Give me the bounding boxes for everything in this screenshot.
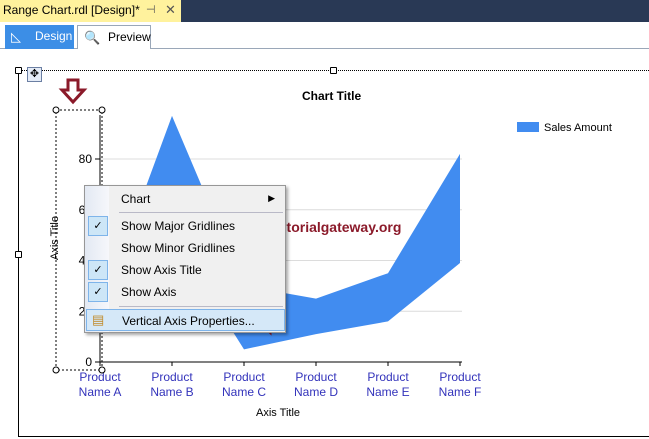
check-icon: ✓ (88, 216, 108, 236)
x-tick-label: Name E (366, 385, 409, 399)
menu-item-vertical-axis-properties[interactable]: ▤ Vertical Axis Properties... (86, 309, 285, 331)
chart-title[interactable]: Chart Title (302, 89, 361, 103)
menu-item-show-major-gridlines[interactable]: ✓ Show Major Gridlines (86, 215, 285, 237)
menu-label: Show Minor Gridlines (121, 241, 236, 255)
check-icon: ✓ (88, 260, 108, 280)
axis-properties-icon: ▤ (92, 312, 105, 327)
down-arrow-annotation-icon (58, 78, 88, 105)
x-tick-label: Product (439, 370, 481, 384)
x-tick-label: Product (367, 370, 409, 384)
x-tick-label: Name C (222, 385, 266, 399)
menu-item-show-minor-gridlines[interactable]: Show Minor Gridlines (86, 237, 285, 259)
menu-item-chart[interactable]: Chart ▶ (86, 188, 285, 210)
selection-handle (52, 106, 60, 114)
legend-swatch (517, 122, 539, 132)
menu-label: Show Axis Title (121, 263, 202, 277)
selection-handle (98, 366, 106, 374)
selection-handle (98, 106, 106, 114)
menu-label: Show Major Gridlines (121, 219, 236, 233)
menu-item-show-axis[interactable]: ✓ Show Axis (86, 281, 285, 303)
x-tick-label: Name F (439, 385, 482, 399)
x-tick-label: Product (295, 370, 337, 384)
menu-separator (119, 212, 283, 213)
y-tick-label: 0 (85, 355, 92, 369)
menu-item-show-axis-title[interactable]: ✓ Show Axis Title (86, 259, 285, 281)
x-tick-label: Product (223, 370, 265, 384)
x-tick-label: Name D (294, 385, 338, 399)
selection-handle (52, 366, 60, 374)
legend[interactable]: Sales Amount (517, 122, 612, 134)
x-axis-title[interactable]: Axis Title (256, 407, 300, 419)
y-axis-title[interactable]: Axis Title (49, 203, 61, 273)
menu-separator (119, 306, 283, 307)
y-tick-label: 80 (79, 152, 93, 166)
menu-label: Show Axis (121, 285, 177, 299)
submenu-arrow-icon: ▶ (268, 193, 275, 203)
x-tick-label: Product (151, 370, 193, 384)
legend-label: Sales Amount (544, 122, 612, 134)
menu-label: Chart (121, 192, 151, 206)
x-tick-label: Name B (150, 385, 193, 399)
context-menu: Chart ▶ ✓ Show Major Gridlines Show Minor … (84, 185, 286, 333)
check-icon: ✓ (88, 282, 108, 302)
x-tick-label: Name A (79, 385, 122, 399)
menu-label: Vertical Axis Properties... (122, 314, 255, 328)
